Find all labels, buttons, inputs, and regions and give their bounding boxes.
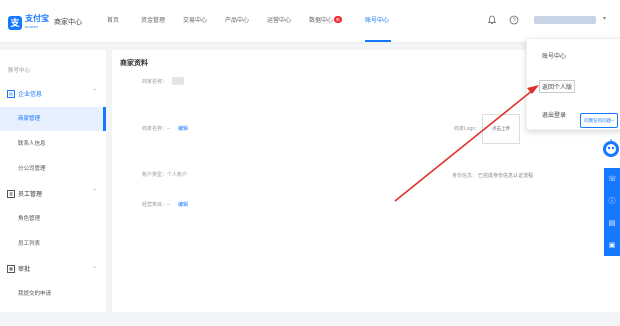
menu-item-logout[interactable]: 退出登录 (542, 110, 566, 119)
nav-trade[interactable]: 交易中心 (183, 0, 207, 42)
sidebar-group-staff[interactable]: ▥ 员工管理 (7, 189, 42, 198)
chevron-down-icon[interactable]: ▾ (603, 15, 606, 22)
building-icon: ▤ (7, 89, 15, 98)
approval-icon: ▦ (7, 264, 15, 273)
alipay-logo[interactable]: 支 支付宝 ALIPAY (8, 14, 49, 32)
sidebar-item-staff-list[interactable]: 员工列表 (0, 232, 106, 256)
nav-home[interactable]: 首页 (107, 0, 123, 42)
menu-item-return-personal[interactable]: 返回个人版 (539, 80, 576, 93)
edit-link[interactable]: 编辑 (178, 125, 188, 132)
merchant-center-label: 商家中心 (54, 19, 82, 26)
bell-icon[interactable] (487, 15, 497, 25)
category-label: 经营类目：-- (142, 202, 171, 208)
edit-link[interactable]: 编辑 (178, 201, 188, 208)
document-icon[interactable]: ▤ (608, 220, 616, 228)
chevron-up-icon[interactable]: ⌃ (92, 188, 97, 195)
nav-products[interactable]: 产品中心 (225, 0, 249, 42)
new-badge: 新 (334, 16, 343, 23)
chevron-up-icon[interactable]: ⌃ (92, 88, 97, 95)
account-type-label: 账户类型：个人账户 (142, 172, 188, 178)
sidebar-item-contacts[interactable]: 联系人信息 (0, 132, 106, 156)
identity-value: 已完成身份信息认证流程 (478, 173, 534, 179)
logo-text: 支付宝 (25, 14, 49, 23)
nav-funds[interactable]: 资金管理 (141, 0, 165, 42)
sidebar-item-my-requests[interactable]: 我提交的申请 (0, 282, 106, 306)
sidebar-item-roles[interactable]: 角色管理 (0, 207, 106, 231)
chevron-down-icon[interactable]: ⌄ (92, 263, 97, 270)
sidebar-group-approval[interactable]: ▦ 审批 (7, 264, 30, 273)
sidebar-group-company[interactable]: ▤ 企业信息 (7, 89, 42, 98)
identity-label: 身份信息： (452, 173, 478, 179)
help-sidebar: ☏ ⓘ ▤ ▣ (604, 168, 620, 256)
feedback-icon[interactable]: ▣ (608, 242, 616, 250)
page-footer-area (0, 312, 620, 326)
sidebar-item-merchant[interactable]: 商家管理 (0, 107, 106, 131)
nav-account[interactable]: 账号中心 (365, 0, 391, 42)
merchant-name-value (172, 77, 184, 85)
logo-subtext: ALIPAY (25, 25, 39, 29)
chat-icon[interactable]: ☏ (608, 176, 617, 184)
alipay-logo-icon: 支 (8, 16, 22, 30)
top-navigation-bar: 支 支付宝 ALIPAY 商家中心 首页 资金管理 交易中心 产品中心 运营中心… (0, 0, 620, 43)
info-icon[interactable]: ⓘ (608, 198, 616, 206)
main-nav: 首页 资金管理 交易中心 产品中心 运营中心 数据中心新 账号中心 (107, 0, 391, 42)
merchant-name-label: 商家名称： (142, 79, 168, 85)
sidebar-title: 账号中心 (8, 68, 31, 74)
menu-item-account-center[interactable]: 账号中心 (542, 51, 566, 60)
user-account-name[interactable] (534, 16, 596, 24)
logo-label: 商家Logo： (454, 126, 481, 132)
nav-operations[interactable]: 运营中心 (267, 0, 291, 42)
staff-icon: ▥ (7, 189, 15, 198)
sidebar: 账号中心 ▤ 企业信息 ⌃ 商家管理 联系人信息 分公司管理 ▥ 员工管理 ⌃ … (0, 50, 106, 326)
question-icon[interactable]: ? (509, 15, 519, 25)
nav-data[interactable]: 数据中心新 (309, 0, 349, 42)
merchant-field-label: 商家名称：-- (142, 126, 171, 132)
assistant-tooltip[interactable]: 问我任何问题~ (580, 113, 618, 128)
robot-assistant-icon[interactable] (600, 138, 620, 160)
sidebar-item-branches[interactable]: 分公司管理 (0, 157, 106, 181)
logo-upload-box[interactable]: 点击上传 (482, 114, 520, 144)
svg-text:?: ? (512, 18, 516, 24)
page-title: 商家资料 (120, 60, 148, 67)
